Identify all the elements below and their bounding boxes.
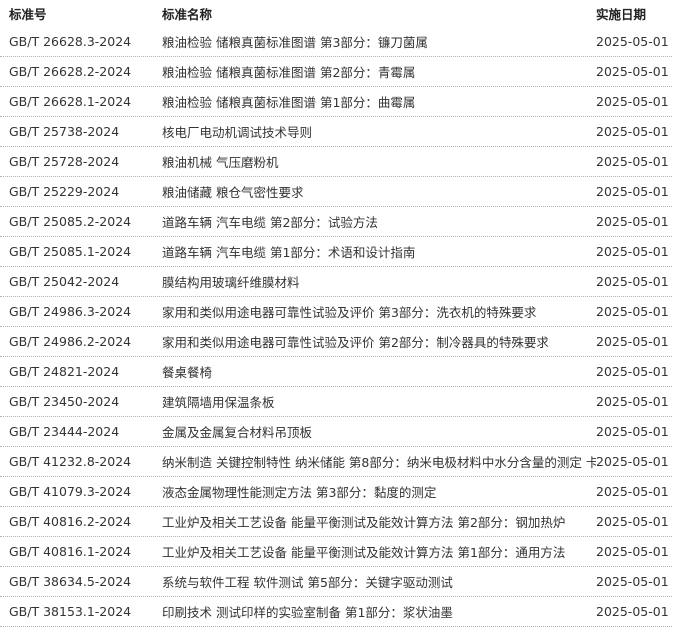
standard-number[interactable]: GB/T 25229-2024 bbox=[0, 184, 154, 199]
table-body: GB/T 26628.3-2024 粮油检验 储粮真菌标准图谱 第3部分：镰刀菌属… bbox=[0, 27, 672, 627]
table-row[interactable]: GB/T 25728-2024 粮油机械 气压磨粉机 2025-05-01 bbox=[0, 147, 672, 177]
standard-number[interactable]: GB/T 38634.5-2024 bbox=[0, 574, 154, 589]
standard-name-link[interactable]: 建筑隔墙用保温条板 bbox=[154, 392, 596, 411]
standard-number[interactable]: GB/T 26628.3-2024 bbox=[0, 34, 154, 49]
table-row[interactable]: GB/T 25042-2024 膜结构用玻璃纤维膜材料 2025-05-01 bbox=[0, 267, 672, 297]
standard-number[interactable]: GB/T 40816.2-2024 bbox=[0, 514, 154, 529]
table-row[interactable]: GB/T 24986.3-2024 家用和类似用途电器可靠性试验及评价 第3部分：… bbox=[0, 297, 672, 327]
standard-name-link[interactable]: 工业炉及相关工艺设备 能量平衡测试及能效计算方法 第2部分：钢加热炉 bbox=[154, 512, 596, 531]
header-standard-name[interactable]: 标准名称 bbox=[154, 4, 596, 23]
table-row[interactable]: GB/T 23444-2024 金属及金属复合材料吊顶板 2025-05-01 bbox=[0, 417, 672, 447]
standard-name-link[interactable]: 粮油检验 储粮真菌标准图谱 第1部分：曲霉属 bbox=[154, 92, 596, 111]
table-row[interactable]: GB/T 24821-2024 餐桌餐椅 2025-05-01 bbox=[0, 357, 672, 387]
implementation-date: 2025-05-01 bbox=[596, 304, 669, 319]
table-row[interactable]: GB/T 41232.8-2024 纳米制造 关键控制特性 纳米储能 第8部分：纳… bbox=[0, 447, 672, 477]
standard-number[interactable]: GB/T 24986.3-2024 bbox=[0, 304, 154, 319]
standard-name-link[interactable]: 家用和类似用途电器可靠性试验及评价 第2部分：制冷器具的特殊要求 bbox=[154, 332, 596, 351]
standard-name-link[interactable]: 道路车辆 汽车电缆 第1部分：术语和设计指南 bbox=[154, 242, 596, 261]
table-row[interactable]: GB/T 38153.1-2024 印刷技术 测试印样的实验室制备 第1部分：浆状… bbox=[0, 597, 672, 627]
implementation-date: 2025-05-01 bbox=[596, 574, 669, 589]
table-row[interactable]: GB/T 26628.3-2024 粮油检验 储粮真菌标准图谱 第3部分：镰刀菌属… bbox=[0, 27, 672, 57]
table-header: 标准号 标准名称 实施日期 bbox=[0, 0, 672, 27]
standard-name-link[interactable]: 粮油储藏 粮仓气密性要求 bbox=[154, 182, 596, 201]
standard-number[interactable]: GB/T 38153.1-2024 bbox=[0, 604, 154, 619]
standard-name-link[interactable]: 工业炉及相关工艺设备 能量平衡测试及能效计算方法 第1部分：通用方法 bbox=[154, 542, 596, 561]
implementation-date: 2025-05-01 bbox=[596, 34, 669, 49]
standard-number[interactable]: GB/T 23444-2024 bbox=[0, 424, 154, 439]
standard-name-link[interactable]: 道路车辆 汽车电缆 第2部分：试验方法 bbox=[154, 212, 596, 231]
table-row[interactable]: GB/T 25229-2024 粮油储藏 粮仓气密性要求 2025-05-01 bbox=[0, 177, 672, 207]
table-row[interactable]: GB/T 40816.2-2024 工业炉及相关工艺设备 能量平衡测试及能效计算方… bbox=[0, 507, 672, 537]
standard-number[interactable]: GB/T 26628.1-2024 bbox=[0, 94, 154, 109]
standard-name-link[interactable]: 液态金属物理性能测定方法 第3部分：黏度的测定 bbox=[154, 482, 596, 501]
standard-number[interactable]: GB/T 26628.2-2024 bbox=[0, 64, 154, 79]
table-row[interactable]: GB/T 25738-2024 核电厂电动机调试技术导则 2025-05-01 bbox=[0, 117, 672, 147]
header-standard-number[interactable]: 标准号 bbox=[0, 4, 154, 23]
table-row[interactable]: GB/T 38634.5-2024 系统与软件工程 软件测试 第5部分：关键字驱动… bbox=[0, 567, 672, 597]
standard-number[interactable]: GB/T 25738-2024 bbox=[0, 124, 154, 139]
standard-number[interactable]: GB/T 24821-2024 bbox=[0, 364, 154, 379]
table-row[interactable]: GB/T 25085.2-2024 道路车辆 汽车电缆 第2部分：试验方法 2025… bbox=[0, 207, 672, 237]
standard-name-link[interactable]: 印刷技术 测试印样的实验室制备 第1部分：浆状油墨 bbox=[154, 602, 596, 621]
table-row[interactable]: GB/T 41079.3-2024 液态金属物理性能测定方法 第3部分：黏度的测定… bbox=[0, 477, 672, 507]
table-row[interactable]: GB/T 24986.2-2024 家用和类似用途电器可靠性试验及评价 第2部分：… bbox=[0, 327, 672, 357]
implementation-date: 2025-05-01 bbox=[596, 214, 669, 229]
implementation-date: 2025-05-01 bbox=[596, 604, 669, 619]
implementation-date: 2025-05-01 bbox=[596, 394, 669, 409]
standard-number[interactable]: GB/T 25728-2024 bbox=[0, 154, 154, 169]
standard-name-link[interactable]: 纳米制造 关键控制特性 纳米储能 第8部分：纳米电极材料中水分含量的测定 卡尔· bbox=[154, 452, 596, 471]
table-row[interactable]: GB/T 26628.2-2024 粮油检验 储粮真菌标准图谱 第2部分：青霉属 2… bbox=[0, 57, 672, 87]
standard-name-link[interactable]: 家用和类似用途电器可靠性试验及评价 第3部分：洗衣机的特殊要求 bbox=[154, 302, 596, 321]
implementation-date: 2025-05-01 bbox=[596, 244, 669, 259]
implementation-date: 2025-05-01 bbox=[596, 64, 669, 79]
implementation-date: 2025-05-01 bbox=[596, 94, 669, 109]
standard-name-link[interactable]: 核电厂电动机调试技术导则 bbox=[154, 122, 596, 141]
standard-name-link[interactable]: 膜结构用玻璃纤维膜材料 bbox=[154, 272, 596, 291]
implementation-date: 2025-05-01 bbox=[596, 544, 669, 559]
implementation-date: 2025-05-01 bbox=[596, 154, 669, 169]
implementation-date: 2025-05-01 bbox=[596, 364, 669, 379]
standard-number[interactable]: GB/T 25042-2024 bbox=[0, 274, 154, 289]
implementation-date: 2025-05-01 bbox=[596, 514, 669, 529]
standard-name-link[interactable]: 系统与软件工程 软件测试 第5部分：关键字驱动测试 bbox=[154, 572, 596, 591]
implementation-date: 2025-05-01 bbox=[596, 424, 669, 439]
standard-number[interactable]: GB/T 40816.1-2024 bbox=[0, 544, 154, 559]
table-row[interactable]: GB/T 40816.1-2024 工业炉及相关工艺设备 能量平衡测试及能效计算方… bbox=[0, 537, 672, 567]
standard-number[interactable]: GB/T 23450-2024 bbox=[0, 394, 154, 409]
standard-name-link[interactable]: 粮油机械 气压磨粉机 bbox=[154, 152, 596, 171]
implementation-date: 2025-05-01 bbox=[596, 124, 669, 139]
implementation-date: 2025-05-01 bbox=[596, 184, 669, 199]
header-implementation-date[interactable]: 实施日期 bbox=[596, 4, 672, 23]
standard-name-link[interactable]: 粮油检验 储粮真菌标准图谱 第3部分：镰刀菌属 bbox=[154, 32, 596, 51]
standard-number[interactable]: GB/T 41232.8-2024 bbox=[0, 454, 154, 469]
table-row[interactable]: GB/T 26628.1-2024 粮油检验 储粮真菌标准图谱 第1部分：曲霉属 2… bbox=[0, 87, 672, 117]
standard-name-link[interactable]: 粮油检验 储粮真菌标准图谱 第2部分：青霉属 bbox=[154, 62, 596, 81]
implementation-date: 2025-05-01 bbox=[596, 454, 669, 469]
table-row[interactable]: GB/T 25085.1-2024 道路车辆 汽车电缆 第1部分：术语和设计指南 2… bbox=[0, 237, 672, 267]
implementation-date: 2025-05-01 bbox=[596, 274, 669, 289]
table-row[interactable]: GB/T 23450-2024 建筑隔墙用保温条板 2025-05-01 bbox=[0, 387, 672, 417]
implementation-date: 2025-05-01 bbox=[596, 484, 669, 499]
standard-number[interactable]: GB/T 24986.2-2024 bbox=[0, 334, 154, 349]
standard-number[interactable]: GB/T 25085.1-2024 bbox=[0, 244, 154, 259]
standard-name-link[interactable]: 金属及金属复合材料吊顶板 bbox=[154, 422, 596, 441]
standards-table: 标准号 标准名称 实施日期 GB/T 26628.3-2024 粮油检验 储粮真菌… bbox=[0, 0, 672, 627]
standard-number[interactable]: GB/T 41079.3-2024 bbox=[0, 484, 154, 499]
standard-number[interactable]: GB/T 25085.2-2024 bbox=[0, 214, 154, 229]
standard-name-link[interactable]: 餐桌餐椅 bbox=[154, 362, 596, 381]
implementation-date: 2025-05-01 bbox=[596, 334, 669, 349]
